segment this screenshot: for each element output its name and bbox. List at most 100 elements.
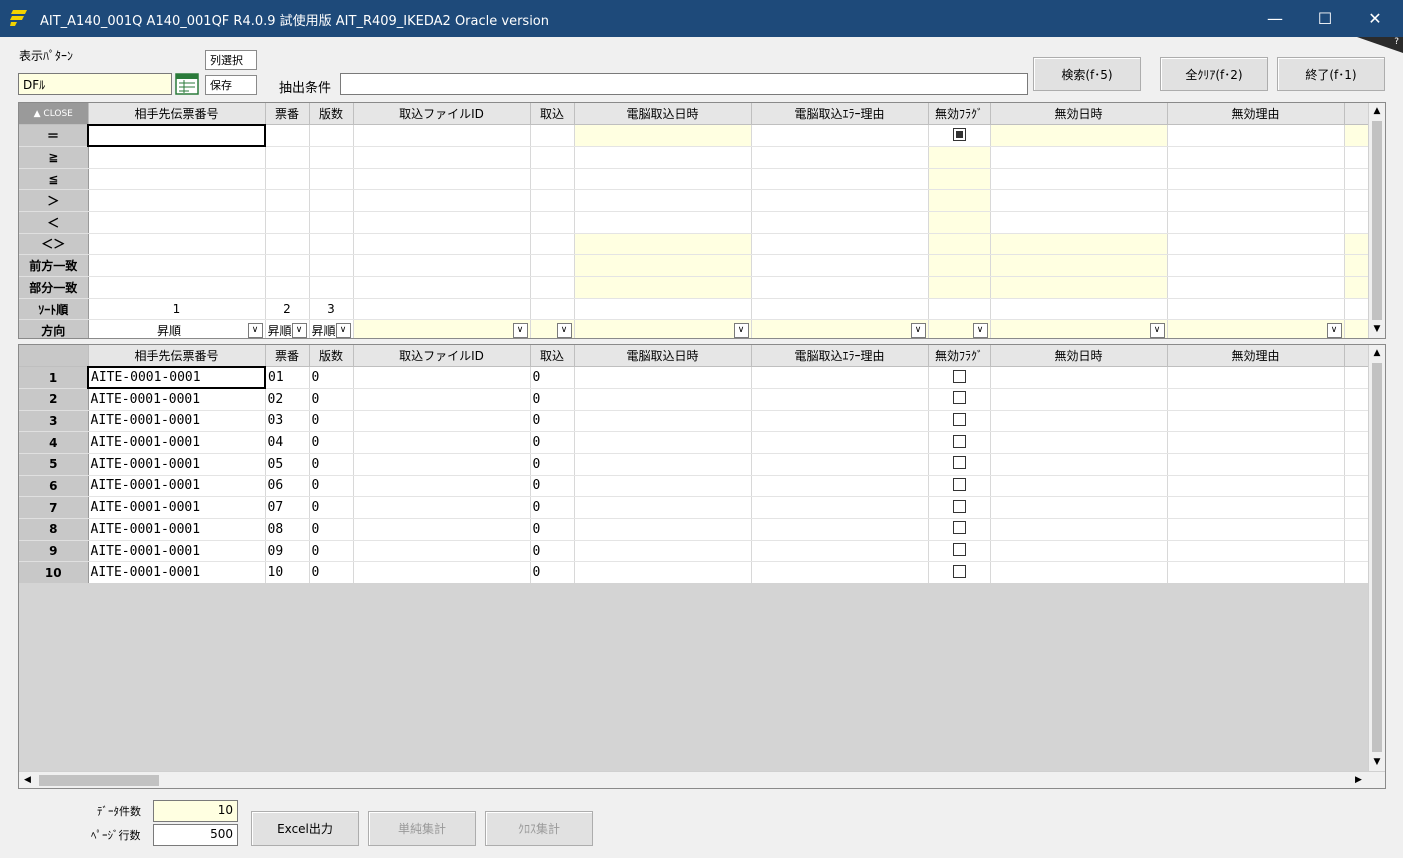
invalid-flag-checkbox[interactable]: [952, 543, 966, 557]
col-header-file-id[interactable]: 取込ファイルID: [353, 103, 531, 126]
cell-invalid-reason[interactable]: [1167, 410, 1345, 433]
cond-cell[interactable]: [990, 233, 1168, 256]
cond-cell[interactable]: [309, 233, 354, 256]
cell-slip[interactable]: AITE-0001-0001: [88, 518, 266, 541]
cell-invalid-reason[interactable]: [1167, 540, 1345, 563]
cond-cell[interactable]: [751, 146, 929, 169]
cell-invalid-reason[interactable]: [1167, 431, 1345, 454]
cond-cell[interactable]: [751, 211, 929, 234]
cond-cell[interactable]: [353, 233, 531, 256]
cond-cell[interactable]: [265, 124, 310, 147]
cond-cell[interactable]: [990, 254, 1168, 277]
excel-export-button[interactable]: Excel出力: [251, 811, 359, 846]
cell-import-datetime[interactable]: [574, 431, 752, 454]
cond-cell[interactable]: [990, 146, 1168, 169]
cell-invalid-datetime[interactable]: [990, 388, 1168, 411]
cond-cell[interactable]: [928, 298, 991, 321]
cell-ticket[interactable]: 01: [265, 366, 310, 389]
cell-invalid-flag[interactable]: [928, 561, 991, 585]
direction-select[interactable]: ∨: [1167, 319, 1345, 338]
save-pattern-button[interactable]: 保存: [205, 75, 257, 95]
cond-cell[interactable]: [1167, 298, 1345, 321]
cell-invalid-flag[interactable]: [928, 366, 991, 389]
col-header-invalid-datetime[interactable]: 無効日時: [990, 345, 1168, 368]
cond-cell[interactable]: [574, 254, 752, 277]
help-icon[interactable]: ?: [1357, 37, 1403, 53]
cond-cell[interactable]: [88, 276, 266, 299]
cell-version[interactable]: 0: [309, 366, 354, 389]
cell-file-id[interactable]: [353, 475, 531, 498]
cond-cell[interactable]: [530, 211, 575, 234]
cond-cell[interactable]: [1167, 189, 1345, 212]
cell-import[interactable]: 0: [530, 561, 575, 585]
table-row[interactable]: 10 AITE-0001-0001 10 0 0: [19, 561, 1370, 585]
cell-import[interactable]: 0: [530, 366, 575, 389]
cell-invalid-flag[interactable]: [928, 388, 991, 411]
filter-input[interactable]: [340, 73, 1028, 95]
cell-invalid-flag[interactable]: [928, 475, 991, 498]
cell-import-datetime[interactable]: [574, 475, 752, 498]
cell-import-error[interactable]: [751, 475, 929, 498]
cell-invalid-datetime[interactable]: [990, 431, 1168, 454]
cell-import-datetime[interactable]: [574, 410, 752, 433]
invalid-flag-checkbox[interactable]: [952, 456, 966, 470]
col-header-import-error[interactable]: 電脳取込ｴﾗｰ理由: [751, 103, 929, 126]
cell-filler[interactable]: [1344, 518, 1370, 541]
sort-order-ticket[interactable]: 2: [265, 298, 310, 321]
col-header-import-error[interactable]: 電脳取込ｴﾗｰ理由: [751, 345, 929, 368]
sort-order-slip[interactable]: 1: [88, 298, 266, 321]
cell-import[interactable]: 0: [530, 540, 575, 563]
direction-select-version[interactable]: 昇順 ∨: [309, 319, 354, 338]
direction-select[interactable]: ∨: [530, 319, 575, 338]
cond-cell[interactable]: [1167, 146, 1345, 169]
cond-cell[interactable]: [530, 276, 575, 299]
cell-version[interactable]: 0: [309, 453, 354, 476]
direction-select[interactable]: ∨: [928, 319, 991, 338]
cell-import-error[interactable]: [751, 561, 929, 585]
cell-import[interactable]: 0: [530, 518, 575, 541]
direction-select[interactable]: ∨: [574, 319, 752, 338]
cell-import-error[interactable]: [751, 388, 929, 411]
cond-cell[interactable]: [309, 276, 354, 299]
cond-cell[interactable]: [1167, 233, 1345, 256]
col-header-file-id[interactable]: 取込ファイルID: [353, 345, 531, 368]
col-header-ticket[interactable]: 票番: [265, 103, 310, 126]
cell-invalid-flag[interactable]: [928, 431, 991, 454]
result-vscroll[interactable]: ▲ ▼: [1368, 345, 1385, 771]
cell-ticket[interactable]: 09: [265, 540, 310, 563]
pattern-list-icon[interactable]: [175, 73, 199, 95]
cond-cell[interactable]: [353, 168, 531, 191]
cell-invalid-reason[interactable]: [1167, 388, 1345, 411]
cond-cell[interactable]: [265, 189, 310, 212]
cond-cell[interactable]: [265, 254, 310, 277]
cell-invalid-reason[interactable]: [1167, 561, 1345, 585]
cond-cell[interactable]: [1167, 254, 1345, 277]
cond-cell[interactable]: [265, 276, 310, 299]
cell-invalid-flag[interactable]: [928, 496, 991, 519]
cond-cell[interactable]: [530, 124, 575, 147]
condition-vscroll[interactable]: ▲ ▼: [1368, 103, 1385, 338]
cell-invalid-datetime[interactable]: [990, 410, 1168, 433]
cell-invalid-reason[interactable]: [1167, 518, 1345, 541]
cond-cell[interactable]: [751, 168, 929, 191]
cell-import[interactable]: 0: [530, 410, 575, 433]
col-header-slip[interactable]: 相手先伝票番号: [88, 345, 266, 368]
direction-select[interactable]: ∨: [353, 319, 531, 338]
col-header-import[interactable]: 取込: [530, 103, 575, 126]
cond-cell[interactable]: [574, 168, 752, 191]
table-row[interactable]: 4 AITE-0001-0001 04 0 0: [19, 431, 1370, 454]
cell-version[interactable]: 0: [309, 475, 354, 498]
cell-import[interactable]: 0: [530, 431, 575, 454]
direction-select-slip[interactable]: 昇順 ∨: [88, 319, 266, 338]
cond-cell[interactable]: [574, 124, 752, 147]
page-rows-input[interactable]: 500: [153, 824, 238, 846]
invalid-flag-checkbox[interactable]: [952, 477, 966, 491]
col-header-ticket[interactable]: 票番: [265, 345, 310, 368]
cond-cell[interactable]: [265, 233, 310, 256]
invalid-flag-checkbox[interactable]: [952, 412, 966, 426]
cell-slip[interactable]: AITE-0001-0001: [88, 410, 266, 433]
col-header-invalid-datetime[interactable]: 無効日時: [990, 103, 1168, 126]
cond-cell[interactable]: [990, 168, 1168, 191]
cond-cell[interactable]: [353, 254, 531, 277]
cell-import-datetime[interactable]: [574, 366, 752, 389]
